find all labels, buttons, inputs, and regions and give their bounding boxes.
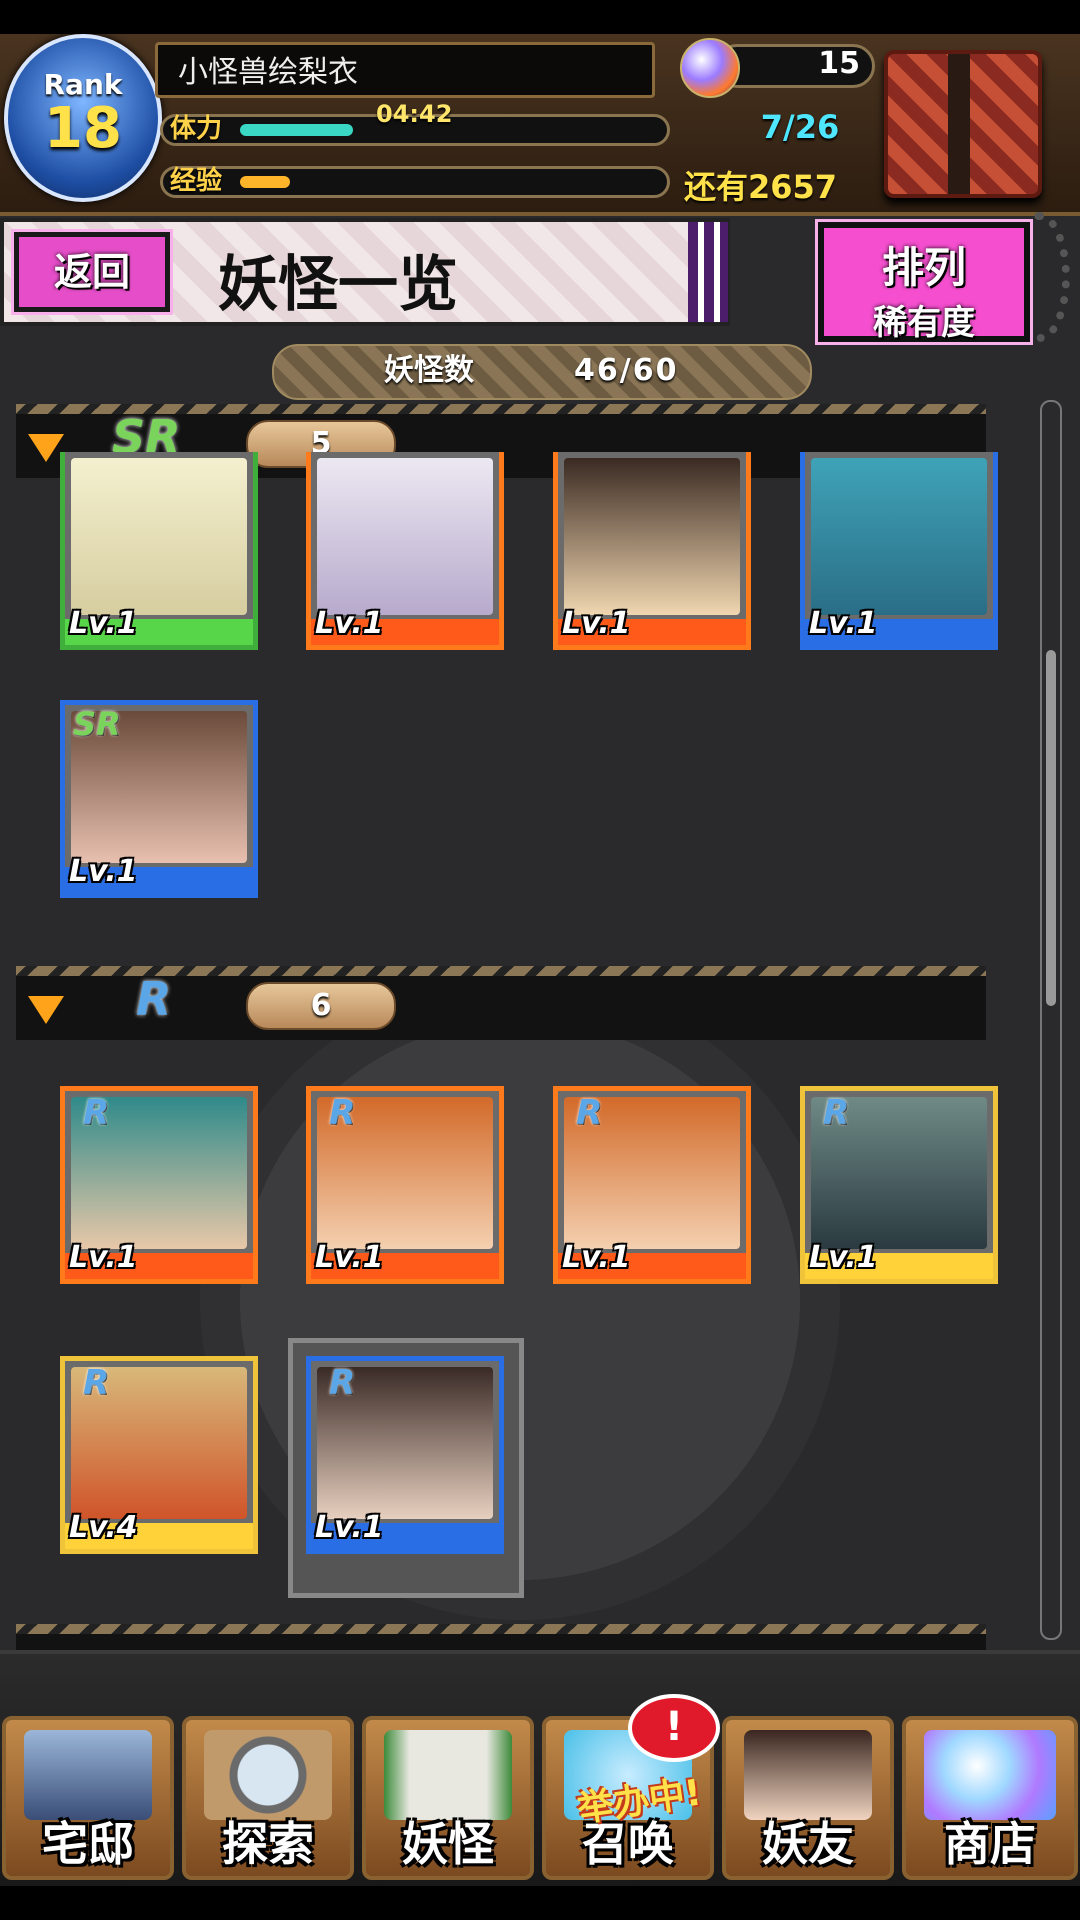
sort-mode: 稀有度 <box>873 303 975 343</box>
scrollbar[interactable] <box>1040 400 1062 1640</box>
friend-icon <box>744 1730 872 1820</box>
youkai-portrait <box>811 458 987 615</box>
nav-label: 妖友 <box>762 1817 854 1871</box>
youkai-card[interactable]: SR Lv.1 <box>60 700 258 898</box>
r-badge: R <box>83 1363 110 1403</box>
r-badge: R <box>329 1093 356 1133</box>
stamina-timer: 04:42 <box>376 100 453 128</box>
nav-youkai[interactable]: 妖怪 <box>362 1716 534 1880</box>
alert-badge-icon: ! <box>628 1694 720 1762</box>
nav-shop[interactable]: 商店 <box>902 1716 1078 1880</box>
nav-explore[interactable]: 探索 <box>182 1716 354 1880</box>
page-title: 妖怪一览 <box>218 250 458 320</box>
nav-label: 妖怪 <box>402 1817 494 1871</box>
card-level: Lv.1 <box>69 1240 138 1275</box>
nav-friends[interactable]: 妖友 <box>722 1716 894 1880</box>
rank-badge: Rank 18 <box>4 34 162 202</box>
gem-count: 15 <box>818 46 860 81</box>
back-button[interactable]: 返回 <box>11 229 173 315</box>
section-count: 6 <box>246 982 396 1030</box>
r-badge: R <box>576 1093 603 1133</box>
gem-icon <box>680 38 740 98</box>
exp-remaining: 还有2657 <box>684 168 838 206</box>
youkai-card[interactable]: Lv.1 <box>553 452 751 650</box>
youkai-card[interactable]: Lv.1 <box>60 452 258 650</box>
sort-label: 排列 <box>881 243 966 292</box>
nav-label: 宅邸 <box>42 1817 134 1871</box>
r-badge: R <box>823 1093 850 1133</box>
youkai-card[interactable]: R Lv.1 <box>800 1086 998 1284</box>
rank-value: 18 <box>44 96 122 161</box>
r-rarity-icon: R <box>136 972 172 1026</box>
youkai-portrait <box>71 458 247 615</box>
youkai-card[interactable]: Lv.1 <box>800 452 998 650</box>
card-level: Lv.1 <box>315 1510 384 1545</box>
exp-bar <box>160 166 670 198</box>
collapse-arrow-icon[interactable] <box>28 434 64 462</box>
nav-mansion[interactable]: 宅邸 <box>2 1716 174 1880</box>
scrollbar-thumb[interactable] <box>1046 650 1056 1006</box>
sr-badge: SR <box>73 705 121 743</box>
youkai-card-selected[interactable]: R Lv.1 <box>306 1356 504 1554</box>
scroll-icon <box>384 1730 512 1820</box>
nav-label: 探索 <box>222 1817 314 1871</box>
exp-label: 经验 <box>170 166 223 196</box>
stamina-label: 体力 <box>170 114 223 144</box>
status-bar <box>0 0 1080 34</box>
orb-icon <box>924 1730 1056 1820</box>
exp-fill <box>240 176 290 188</box>
card-level: Lv.1 <box>69 854 138 889</box>
youkai-card[interactable]: R Lv.4 <box>60 1356 258 1554</box>
youkai-card[interactable]: R Lv.1 <box>306 1086 504 1284</box>
card-level: Lv.1 <box>809 606 878 641</box>
magnifier-icon <box>204 1730 332 1820</box>
youkai-count: 妖怪数 46/60 <box>272 344 812 400</box>
card-level: Lv.1 <box>562 1240 631 1275</box>
collapse-arrow-icon[interactable] <box>28 996 64 1024</box>
stamina-count: 7/26 <box>760 108 840 146</box>
stamina-fill <box>240 124 353 136</box>
card-level: Lv.1 <box>315 1240 384 1275</box>
r-badge: R <box>83 1093 110 1133</box>
card-level: Lv.1 <box>69 606 138 641</box>
youkai-card[interactable]: R Lv.1 <box>553 1086 751 1284</box>
player-name: 小怪兽绘梨衣 <box>155 42 655 98</box>
youkai-count-value: 46/60 <box>574 353 679 388</box>
card-level: Lv.1 <box>562 606 631 641</box>
sort-button[interactable]: 排列 稀有度 <box>815 219 1033 345</box>
card-level: Lv.4 <box>69 1510 138 1545</box>
gift-box-icon[interactable] <box>884 50 1042 198</box>
youkai-card[interactable]: Lv.1 <box>306 452 504 650</box>
youkai-count-label: 妖怪数 <box>384 353 474 388</box>
youkai-card[interactable]: R Lv.1 <box>60 1086 258 1284</box>
title-decoration <box>688 222 728 322</box>
r-badge: R <box>329 1363 356 1403</box>
system-nav-bar <box>0 1886 1080 1920</box>
youkai-portrait <box>317 458 493 615</box>
mansion-icon <box>24 1730 152 1820</box>
nav-label: 商店 <box>944 1817 1036 1871</box>
card-level: Lv.1 <box>809 1240 878 1275</box>
card-level: Lv.1 <box>315 606 384 641</box>
youkai-portrait <box>564 458 740 615</box>
